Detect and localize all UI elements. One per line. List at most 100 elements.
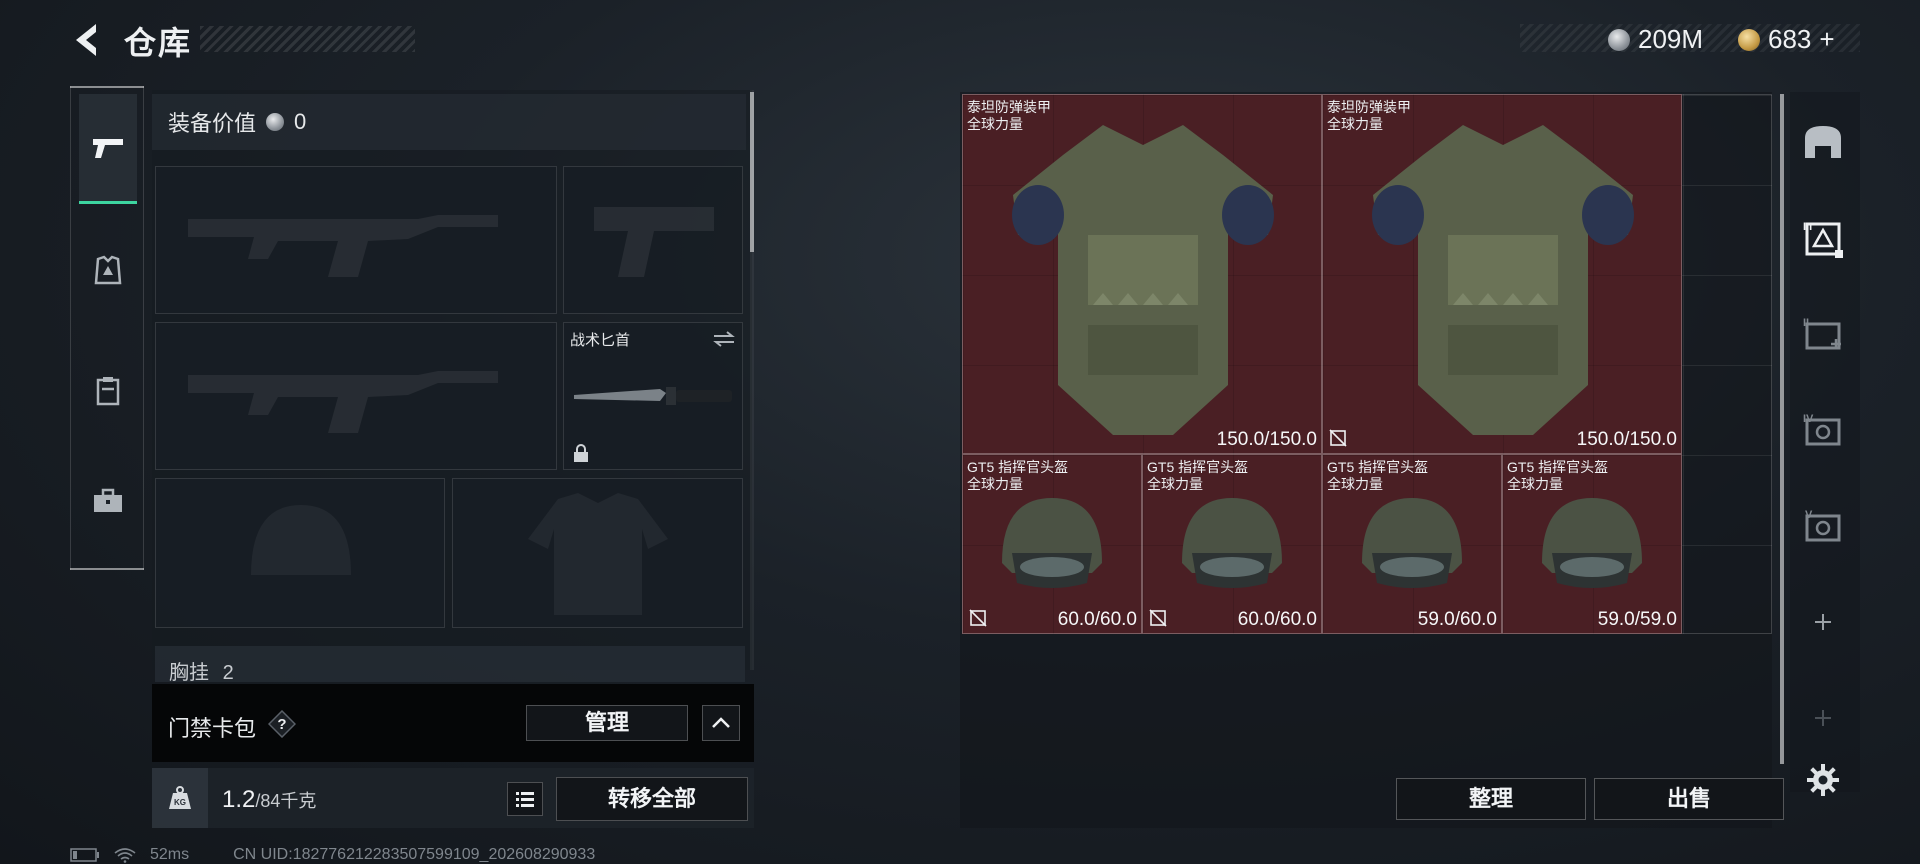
list-view-button[interactable] [507, 782, 543, 816]
chevron-up-icon [712, 717, 730, 728]
backpack-icon [96, 377, 120, 406]
sell-button[interactable]: 出售 [1594, 778, 1784, 820]
item-name: GT5 指挥官头盔 [1327, 459, 1429, 475]
weight-icon-box: KG [152, 768, 208, 828]
pistol-silhouette-icon [594, 207, 714, 277]
item-durability: 59.0/60.0 [1417, 609, 1497, 630]
weight-max: /84千克 [255, 791, 317, 811]
primary-weapon-slot[interactable] [155, 166, 557, 314]
briefcase-icon [94, 488, 122, 512]
help-icon[interactable]: ? [268, 710, 296, 738]
gt5-helmet-image [1002, 498, 1102, 588]
weight-current: 1.2 [222, 786, 256, 813]
silver-amount: 209M [1638, 24, 1704, 54]
help-glyph: ? [277, 716, 286, 733]
tab-storage-iii[interactable]: III [1795, 208, 1851, 268]
equipment-scroll-thumb[interactable] [750, 92, 754, 252]
tab-storage-iv[interactable]: IV [1795, 400, 1851, 460]
weight-readout: 1.2/84千克 [222, 786, 316, 814]
item-name: GT5 指挥官头盔 [967, 459, 1069, 475]
wifi-icon [114, 848, 136, 863]
storage-item-helmet[interactable]: GT5 指挥官头盔 全球力量 60.0/60.0 [1142, 454, 1322, 634]
manage-button[interactable]: 管理 [526, 705, 688, 741]
tab-storage-ii[interactable]: II [1795, 304, 1851, 364]
melee-slot[interactable]: 战术匕首 [563, 322, 743, 470]
storage-item-armor[interactable]: 泰坦防弹装甲 全球力量 150.0/150.0 [1322, 94, 1682, 454]
tier-label: V [1805, 509, 1813, 521]
armor-tier-icon [94, 255, 122, 285]
weight-kg-glyph: KG [174, 798, 186, 807]
melee-label: 战术匕首 [570, 332, 631, 349]
tab-storage-v[interactable]: V [1795, 496, 1851, 556]
transfer-all-button[interactable]: 转移全部 [556, 777, 748, 821]
tactical-knife-icon [574, 387, 732, 405]
item-name: 泰坦防弹装甲 [967, 99, 1051, 115]
settings-button[interactable] [1795, 750, 1851, 810]
user-uid: CN UID:18277621228350759910​9_2026082909… [233, 846, 596, 863]
gt5-helmet-image [1362, 498, 1462, 588]
gt5-helmet-image [1542, 498, 1642, 588]
rifle-silhouette-icon [188, 371, 498, 433]
tier-label: II [1803, 317, 1809, 329]
chest-rig-label: 胸挂 [169, 662, 209, 682]
add-storage-icon [1815, 614, 1831, 630]
safebox-icon [1805, 126, 1841, 158]
battery-icon [70, 848, 99, 862]
titan-armor-image [1012, 125, 1274, 435]
storage-tier-iv-icon: IV [1803, 413, 1841, 446]
item-durability: 150.0/150.0 [1216, 429, 1317, 450]
body-armor-slot[interactable] [452, 478, 743, 628]
keycard-label: 门禁卡包 [168, 716, 257, 741]
equipment-value-label: 装备价值 [168, 111, 257, 136]
secondary-weapon-slot[interactable] [155, 322, 557, 470]
storage-tier-ii-icon: II [1803, 317, 1841, 350]
sidearm-slot[interactable] [563, 166, 743, 314]
item-name: 泰坦防弹装甲 [1327, 99, 1411, 115]
status-bar: 52ms CN UID:18277621228350759910​9_20260… [70, 846, 595, 864]
storage-item-helmet[interactable]: GT5 指挥官头盔 全球力量 59.0/59.0 [1502, 454, 1682, 634]
add-storage-disabled-icon [1815, 710, 1831, 726]
swap-icon[interactable] [712, 329, 736, 349]
gt5-helmet-image [1182, 498, 1282, 588]
armor-silhouette-icon [528, 493, 668, 615]
back-arrow-icon[interactable] [68, 20, 108, 60]
chest-rig-row[interactable]: 胸挂 2 [155, 646, 745, 682]
item-durability: 60.0/60.0 [1237, 609, 1317, 630]
add-currency-icon[interactable]: + [1819, 24, 1834, 55]
nav-tab-backpack[interactable] [79, 336, 137, 446]
nav-tab-weapons[interactable] [79, 94, 137, 204]
tab-add-storage-disabled [1795, 688, 1851, 748]
helmet-slot[interactable] [155, 478, 445, 628]
item-durability: 150.0/150.0 [1576, 429, 1677, 450]
chest-rig-count: 2 [222, 662, 234, 682]
pistol-icon [93, 138, 123, 158]
lock-icon [574, 444, 588, 462]
title-decoration [200, 26, 415, 52]
sort-button[interactable]: 整理 [1396, 778, 1586, 820]
storage-scrollbar[interactable] [1780, 94, 1784, 764]
equipment-value: 0 [294, 109, 307, 134]
equipment-value-header: 装备价值 0 [152, 94, 746, 150]
collapse-button[interactable] [702, 705, 740, 741]
item-name: GT5 指挥官头盔 [1507, 459, 1609, 475]
storage-item-helmet[interactable]: GT5 指挥官头盔 全球力量 59.0/60.0 [1322, 454, 1502, 634]
gold-amount: 683 [1768, 24, 1812, 54]
storage-tier-iii-icon: III [1803, 221, 1843, 258]
nav-tab-armor[interactable] [79, 216, 137, 326]
tab-safebox[interactable] [1795, 112, 1851, 172]
gold-currency[interactable]: 683 + [1738, 24, 1835, 55]
silver-coin-icon [266, 113, 285, 131]
storage-item-armor[interactable]: 泰坦防弹装甲 全球力量 150.0/150.0 [962, 94, 1322, 454]
silver-coin-icon [1608, 28, 1630, 51]
item-durability: 60.0/60.0 [1057, 609, 1137, 630]
tier-label: III [1803, 221, 1812, 233]
storage-item-helmet[interactable]: GT5 指挥官头盔 全球力量 60.0/60.0 [962, 454, 1142, 634]
nav-tab-case[interactable] [79, 446, 137, 556]
settings-gear-icon [1807, 764, 1839, 796]
rifle-silhouette-icon [188, 215, 498, 277]
uninsured-icon [969, 609, 987, 627]
page-title: 仓库 [124, 25, 193, 61]
tier-label: IV [1803, 413, 1814, 425]
list-icon [516, 792, 534, 807]
tab-add-storage[interactable] [1795, 592, 1851, 652]
